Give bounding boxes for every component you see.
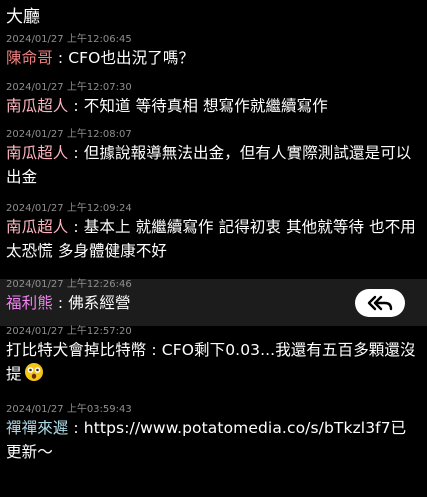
chat-message: 2024/01/27 上午12:09:24 南瓜超人 : 基本上 就繼續寫作 記… <box>0 203 427 279</box>
message-timestamp: 2024/01/27 上午03:59:43 <box>6 404 132 415</box>
message-separator: : <box>52 49 69 67</box>
astonished-face-emoji <box>24 362 44 389</box>
chat-message: 2024/01/27 上午12:07:30 南瓜超人 : 不知道 等待真相 想寫… <box>0 82 427 129</box>
message-text: 佛系經營 <box>68 294 131 312</box>
message-body: 南瓜超人 : 基本上 就繼續寫作 記得初衷 其他就等待 也不用太恐慌 多身體健康… <box>6 215 417 263</box>
message-timestamp: 2024/01/27 上午12:09:24 <box>6 203 132 214</box>
message-username[interactable]: 福利熊 <box>6 294 53 312</box>
message-body: 南瓜超人 : 但據說報導無法出金，但有人實際測試還是可以出金 <box>6 141 417 189</box>
chat-message-highlighted[interactable]: 2024/01/27 上午12:26:46 福利熊 : 佛系經營 <box>0 279 427 326</box>
message-username[interactable]: 陳命哥 <box>6 49 53 67</box>
chat-message: 2024/01/27 上午12:06:45 陳命哥 : CFO也出況了嗎？ <box>0 34 427 82</box>
message-username[interactable]: 禪禪來遲 <box>6 419 68 437</box>
message-separator: : <box>52 294 69 312</box>
message-text: 打比特犬會掉比特幣 : CFO剩下0.03...我還有五百多顆還沒提 <box>6 341 416 383</box>
message-timestamp: 2024/01/27 上午12:26:46 <box>6 279 132 290</box>
message-separator: : <box>68 144 84 162</box>
message-text: 不知道 等待真相 想寫作就繼續寫作 <box>83 97 328 115</box>
message-body: 陳命哥 : CFO也出況了嗎？ <box>6 46 417 70</box>
room-title: 大廳 <box>6 7 40 27</box>
chat-message: 2024/01/27 上午12:57:20 打比特犬會掉比特幣 : CFO剩下0… <box>0 326 427 404</box>
message-separator: : <box>68 419 84 437</box>
message-text: CFO也出況了嗎？ <box>68 49 195 67</box>
message-username[interactable]: 南瓜超人 <box>6 97 68 115</box>
chat-message: 2024/01/27 上午03:59:43 禪禪來遲 : https://www… <box>0 404 427 474</box>
message-body: 打比特犬會掉比特幣 : CFO剩下0.03...我還有五百多顆還沒提 <box>6 338 417 389</box>
message-timestamp: 2024/01/27 上午12:08:07 <box>6 129 132 140</box>
message-separator: : <box>68 97 84 115</box>
message-separator: : <box>68 218 84 236</box>
message-timestamp: 2024/01/27 上午12:57:20 <box>6 326 132 337</box>
message-username[interactable]: 南瓜超人 <box>6 218 68 236</box>
message-timestamp: 2024/01/27 上午12:06:45 <box>6 34 132 45</box>
chat-message: 2024/01/27 上午12:08:07 南瓜超人 : 但據說報導無法出金，但… <box>0 129 427 203</box>
message-body: 南瓜超人 : 不知道 等待真相 想寫作就繼續寫作 <box>6 94 417 118</box>
message-body: 禪禪來遲 : https://www.potatomedia.co/s/bTkz… <box>6 416 417 464</box>
reply-button[interactable] <box>355 289 405 317</box>
message-timestamp: 2024/01/27 上午12:07:30 <box>6 82 132 93</box>
reply-all-icon <box>367 295 393 311</box>
message-username[interactable]: 南瓜超人 <box>6 144 68 162</box>
